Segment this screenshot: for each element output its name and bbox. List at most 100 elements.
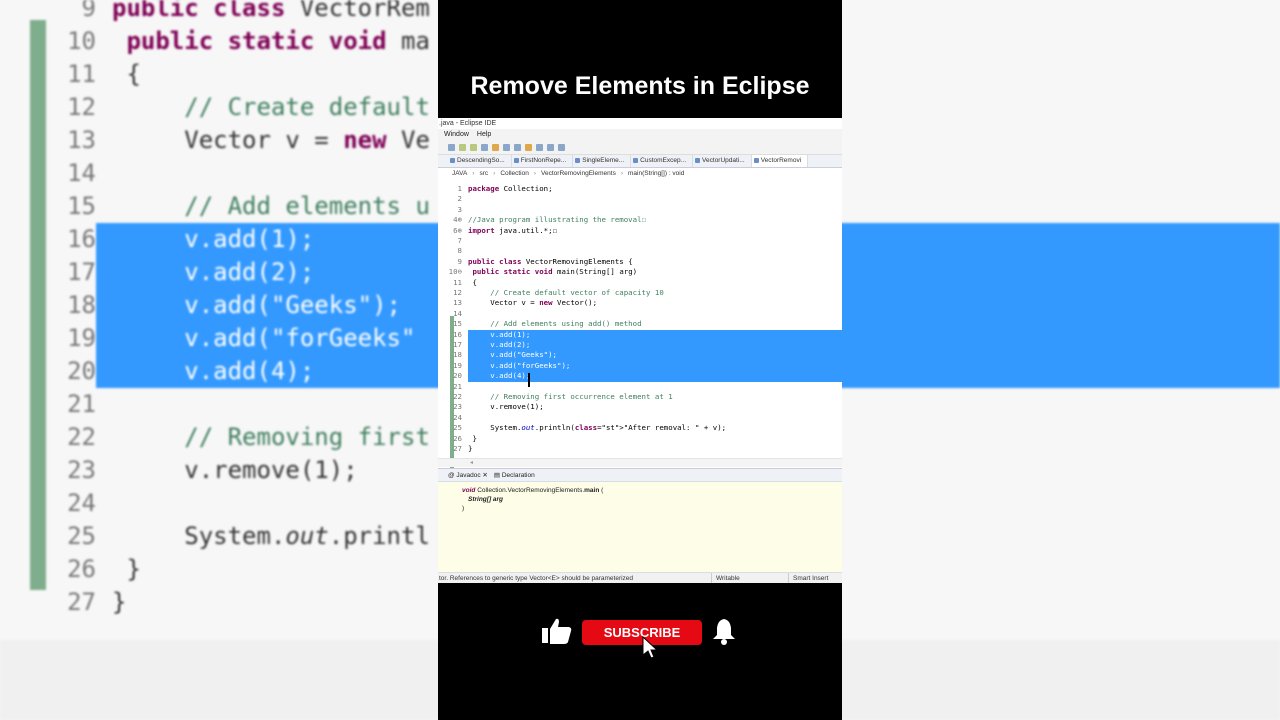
line-number: 13	[453, 298, 462, 308]
code-line[interactable]: 11 {	[438, 278, 842, 288]
code-line[interactable]: 2	[438, 194, 842, 204]
javadoc-panel: @ Javadoc ✕ ▤ Declaration void Collectio…	[438, 468, 842, 572]
scroll-left-icon[interactable]: ◂	[470, 459, 473, 466]
bell-icon[interactable]	[710, 616, 738, 646]
line-number: 21	[453, 381, 462, 391]
breadcrumb-package[interactable]: Collection	[500, 168, 529, 179]
line-code: // Add elements using add() method	[468, 319, 642, 329]
code-line[interactable]: 9 public class VectorRemovingElements {	[438, 257, 842, 267]
code-line[interactable]: 27}	[438, 444, 842, 454]
debug-icon[interactable]	[459, 144, 466, 151]
code-line[interactable]: 4⊕ //Java program illustrating the remova…	[438, 215, 842, 225]
breadcrumb-class[interactable]: VectorRemovingElements	[541, 168, 616, 179]
code-line[interactable]: 20 v.add(4);	[438, 371, 842, 381]
code-line[interactable]: 8	[438, 246, 842, 256]
tab-singleeleme[interactable]: SingleEleme...	[573, 155, 632, 167]
code-line[interactable]: 15 // Add elements using add() method	[438, 319, 842, 329]
breadcrumb-src[interactable]: src	[479, 168, 488, 179]
line-number: 17	[453, 340, 462, 349]
video-frame: 9 public class VectorRem 10 public static…	[0, 0, 1280, 720]
new-class-icon[interactable]	[481, 144, 488, 151]
line-number: 15	[453, 319, 462, 329]
breadcrumb: JAVA › src › Collection › VectorRemovingEle…	[438, 168, 842, 179]
breadcrumb-project[interactable]: JAVA	[452, 168, 467, 179]
tab-descending[interactable]: DescendingSo...	[448, 155, 512, 167]
code-line[interactable]: 1 package Collection;	[438, 184, 842, 194]
menu-bar: Window Help	[438, 129, 842, 141]
menu-help[interactable]: Help	[477, 129, 491, 141]
line-code: System.out.println(class="st">"After rem…	[468, 423, 727, 433]
line-number: 3	[457, 204, 462, 214]
line-code: }	[468, 433, 477, 443]
save-icon[interactable]	[448, 144, 455, 151]
line-code: package Collection;	[468, 184, 553, 193]
perspective-icon[interactable]	[558, 144, 565, 151]
java-file-icon	[575, 158, 581, 163]
tab-javadoc[interactable]: @ Javadoc ✕	[448, 469, 488, 481]
back-icon[interactable]	[536, 144, 543, 151]
java-file-icon	[450, 158, 455, 163]
line-code: Vector v = new Vector();	[468, 298, 598, 308]
tab-firstnonrepe[interactable]: FirstNonRepe...	[512, 155, 574, 167]
line-code: v.remove(1);	[468, 402, 544, 412]
line-number: 19	[453, 360, 462, 370]
code-line[interactable]: 12 // Create default vector of capacity …	[438, 288, 842, 298]
code-line[interactable]: 25 System.out.println(class="st">"After …	[438, 423, 842, 433]
line-number: 4⊕	[453, 215, 462, 225]
line-number: 11	[453, 277, 462, 287]
tab-vectorupdati[interactable]: VectorUpdati...	[693, 155, 752, 167]
code-line[interactable]: 21	[438, 382, 842, 392]
tab-customexcep[interactable]: CustomExcep...	[631, 155, 694, 167]
code-editor[interactable]: 1 package Collection; 2 3 4⊕//Java program i…	[438, 180, 842, 494]
line-number: 1	[457, 184, 462, 193]
tab-vectorremovi[interactable]: VectorRemovi	[751, 155, 809, 167]
thumbs-up-icon[interactable]	[540, 616, 574, 646]
code-line[interactable]: 24	[438, 413, 842, 423]
forward-icon[interactable]	[547, 144, 554, 151]
line-number: 9	[457, 256, 462, 266]
status-bar: tor. References to generic type Vector<E…	[438, 572, 842, 583]
line-number: 7	[457, 236, 462, 245]
ibeam-cursor-icon	[528, 373, 530, 388]
code-line[interactable]: 10⊖ public static void main(String[] arg…	[438, 267, 842, 277]
line-number: 23	[453, 402, 462, 412]
horizontal-scrollbar[interactable]: ◂	[438, 458, 842, 467]
line-code: {	[468, 277, 477, 287]
line-number: 14	[453, 308, 462, 318]
line-number: 25	[453, 423, 462, 433]
code-line[interactable]: 16 v.add(1);	[438, 330, 842, 340]
line-code: v.add(1);	[468, 329, 531, 339]
run-icon[interactable]	[470, 144, 477, 151]
code-line[interactable]: 3	[438, 205, 842, 215]
mouse-pointer-icon	[642, 636, 659, 659]
line-code: v.add(2);	[468, 340, 531, 349]
menu-window[interactable]: Window	[444, 129, 469, 141]
line-number: 26	[453, 433, 462, 443]
code-line[interactable]: 23 v.remove(1);	[438, 402, 842, 412]
code-line[interactable]: 26 }	[438, 434, 842, 444]
task-icon[interactable]	[514, 144, 521, 151]
javadoc-content: void Collection.VectorRemovingElements.m…	[462, 487, 604, 512]
code-line[interactable]: 7	[438, 236, 842, 246]
code-line[interactable]: 19 v.add("forGeeks");	[438, 361, 842, 371]
line-number: 24	[453, 412, 462, 422]
annotation-icon[interactable]	[525, 144, 532, 151]
line-code: }	[468, 444, 473, 453]
code-line[interactable]: 14	[438, 309, 842, 319]
line-code: //Java program illustrating the removal☐	[468, 215, 646, 225]
code-line[interactable]: 17 v.add(2);	[438, 340, 842, 350]
open-type-icon[interactable]	[503, 144, 510, 151]
code-line[interactable]: 6⊕ import java.util.*;☐	[438, 226, 842, 236]
editor-tabs: DescendingSo... FirstNonRepe... SingleEl…	[438, 155, 842, 168]
line-code: v.add("Geeks");	[468, 350, 557, 360]
code-line[interactable]: 13 Vector v = new Vector();	[438, 298, 842, 308]
code-line[interactable]: 22 // Removing first occurrence element …	[438, 392, 842, 402]
line-number: 6⊕	[453, 225, 462, 235]
tab-declaration[interactable]: ▤ Declaration	[494, 469, 535, 481]
line-number: 16	[453, 329, 462, 339]
search-icon[interactable]	[492, 144, 499, 151]
breadcrumb-method[interactable]: main(String[]) : void	[628, 168, 684, 179]
code-line[interactable]: 18 v.add("Geeks");	[438, 350, 842, 360]
line-code: // Create default vector of capacity 10	[468, 288, 664, 297]
line-code: // Removing first occurrence element at …	[468, 392, 673, 401]
